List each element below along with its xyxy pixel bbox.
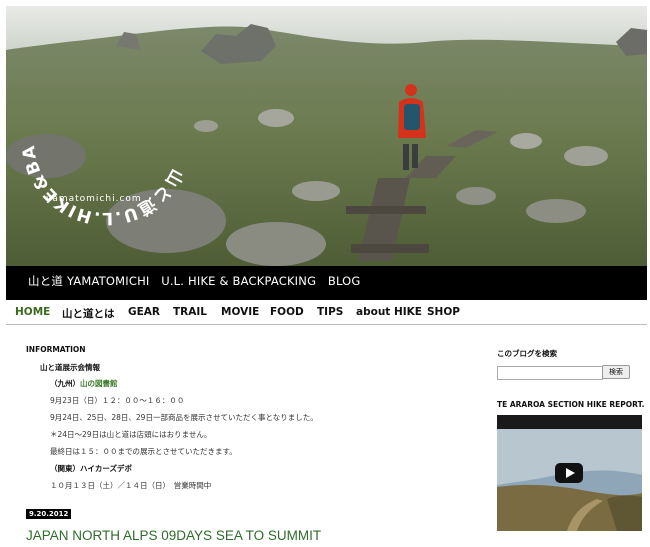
nav-shop[interactable]: SHOP xyxy=(427,306,460,318)
play-icon[interactable] xyxy=(555,463,583,483)
logo-circle-text: 山と道U.L.HIKE&BACKPACKING xyxy=(6,6,185,228)
nav-food[interactable]: FOOD xyxy=(270,306,304,318)
nav-about-hike[interactable]: about HIKE xyxy=(356,306,422,318)
nav-home[interactable]: HOME xyxy=(15,306,50,318)
info-date-line: 9月23日（日）１２：００〜１６：００ xyxy=(50,396,185,405)
blog-title-bar: 山と道 YAMATOMICHI U.L. HIKE & BACKPACKING … xyxy=(6,266,647,300)
search-heading: このブログを検索 xyxy=(497,349,557,358)
top-nav: HOME 山と道とは GEAR TRAIL MOVIE FOOD TIPS ab… xyxy=(6,301,647,323)
kyushu-label: （九州） xyxy=(50,379,80,388)
kyushu-line: （九州）山の図書館 xyxy=(50,378,118,389)
blog-title[interactable]: 山と道 YAMATOMICHI U.L. HIKE & BACKPACKING … xyxy=(28,273,361,289)
nav-gear[interactable]: GEAR xyxy=(128,306,160,318)
nav-divider xyxy=(6,324,647,325)
information-heading: INFORMATION xyxy=(26,345,86,354)
search-button[interactable]: 検索 xyxy=(602,365,630,379)
info-lastday-line: 最終日は１５：００までの展示とさせていただきます。 xyxy=(50,447,237,456)
header-image: 山と道U.L.HIKE&BACKPACKING yamatomichi.com xyxy=(6,6,647,266)
logo-url-text: yamatomichi.com xyxy=(46,194,142,204)
kanto-date-line: １０月１３日（土）／１４日（日） 営業時間中 xyxy=(50,481,212,490)
info-note-line: ＊24日〜29日は山と道は店頭にはおりません。 xyxy=(50,430,212,439)
post-date-badge: 9.20.2012 xyxy=(26,509,72,519)
search-input[interactable] xyxy=(497,366,603,380)
kanto-line: （関東）ハイカーズデポ xyxy=(50,464,132,473)
info-exhibit-line: 9月24日、25日、28日、29日一部商品を展示させていただく事となりました。 xyxy=(50,413,318,422)
nav-trail[interactable]: TRAIL xyxy=(173,306,207,318)
post-title[interactable]: JAPAN NORTH ALPS 09DAYS SEA TO SUMMIT xyxy=(26,528,321,543)
exhibition-heading: 山と道展示会情報 xyxy=(40,363,100,372)
nav-about-yamatomichi[interactable]: 山と道とは xyxy=(62,306,115,321)
nav-tips[interactable]: TIPS xyxy=(317,306,343,318)
mountain-library-link[interactable]: 山の図書館 xyxy=(80,379,118,388)
video-heading: TE ARAROA SECTION HIKE REPORT. xyxy=(497,400,645,409)
nav-movie[interactable]: MOVIE xyxy=(221,306,259,318)
video-embed[interactable] xyxy=(497,415,642,531)
